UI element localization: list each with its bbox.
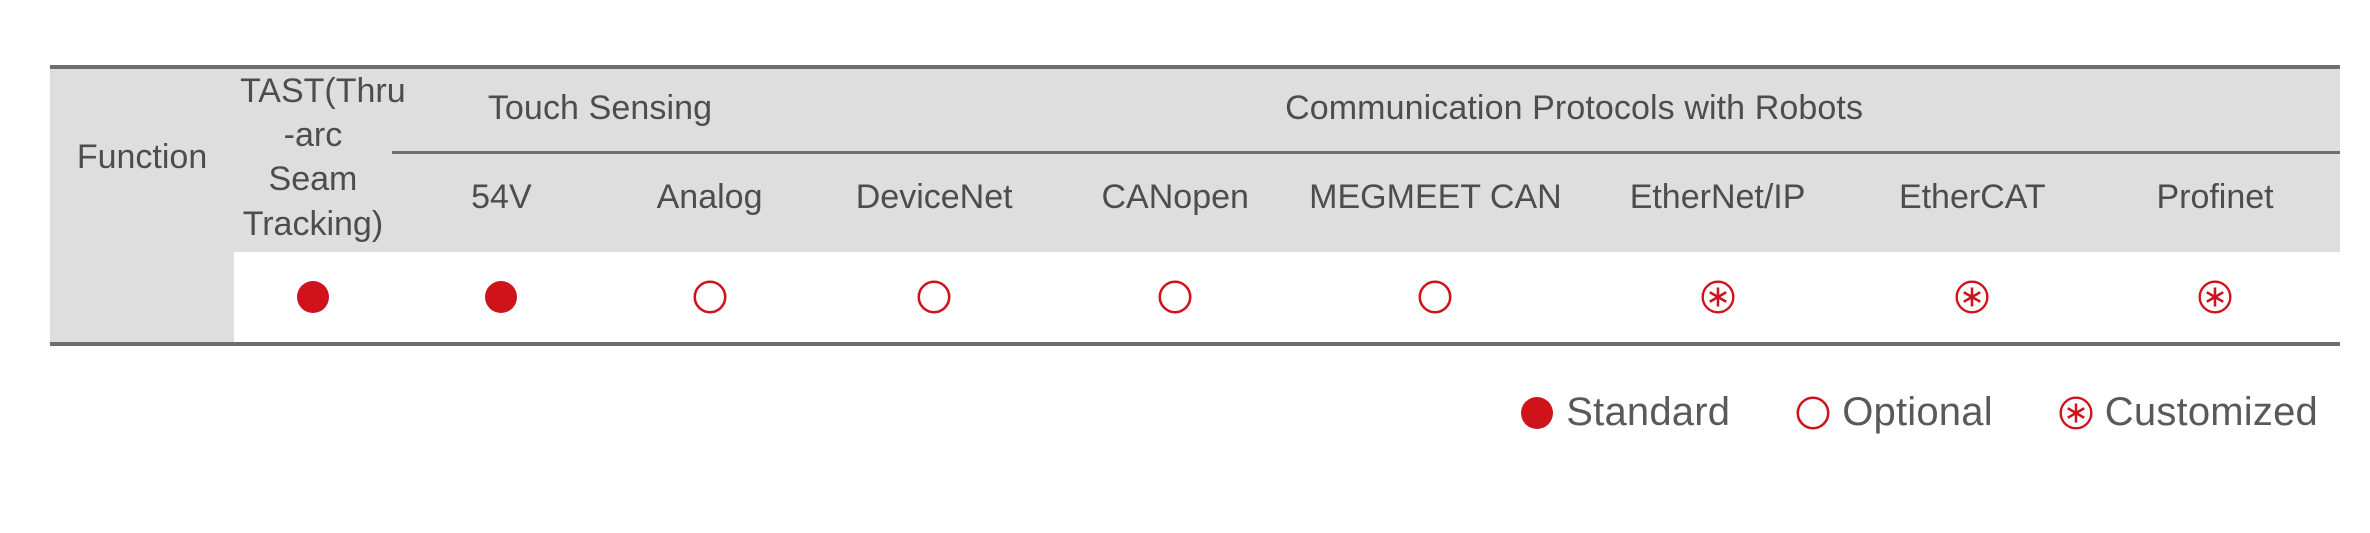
legend-item-optional: Optional xyxy=(1796,390,1993,435)
asterisk-circle-icon xyxy=(1701,280,1735,314)
asterisk-circle-icon xyxy=(2198,280,2232,314)
hollow-circle-icon xyxy=(693,280,727,314)
group-header-touch-sensing: Touch Sensing xyxy=(391,65,809,155)
cell-function-blank xyxy=(50,251,235,346)
cell-analog xyxy=(610,251,809,346)
filled-circle-icon xyxy=(484,280,518,314)
column-header-megmeetcan: MEGMEET CAN xyxy=(1290,152,1581,252)
tast-line-3: Tracking) xyxy=(242,204,384,243)
cell-canopen xyxy=(1060,251,1291,346)
legend-item-customized: Customized xyxy=(2059,390,2318,435)
spec-table-figure: Function TAST(Thru -arc Seam Tracking) T… xyxy=(0,0,2370,533)
filled-circle-icon xyxy=(296,280,330,314)
group-header-row: Function TAST(Thru -arc Seam Tracking) T… xyxy=(50,65,2340,252)
column-header-ethernetip: EtherNet/IP xyxy=(1580,152,1855,252)
cell-megmeetcan xyxy=(1290,251,1581,346)
row-header-function: Function xyxy=(50,65,235,252)
asterisk-circle-icon xyxy=(2059,395,2093,430)
column-header-ethercat: EtherCAT xyxy=(1854,152,2091,252)
legend-label-standard: Standard xyxy=(1566,390,1731,434)
legend-label-customized: Customized xyxy=(2104,390,2318,434)
hollow-circle-icon xyxy=(1158,280,1192,314)
column-header-profinet: Profinet xyxy=(2090,152,2340,252)
feature-support-table: Function TAST(Thru -arc Seam Tracking) T… xyxy=(50,65,2340,346)
cell-profinet xyxy=(2090,251,2340,346)
column-header-devicenet: DeviceNet xyxy=(808,152,1061,252)
group-header-communication-protocols: Communication Protocols with Robots xyxy=(808,65,2340,155)
hollow-circle-icon xyxy=(1796,395,1830,430)
cell-tast xyxy=(234,251,392,346)
cell-54v xyxy=(391,251,611,346)
cell-ethercat xyxy=(1854,251,2091,346)
legend-label-optional: Optional xyxy=(1842,390,1993,434)
legend-item-standard: Standard xyxy=(1520,390,1730,435)
hollow-circle-icon xyxy=(917,280,951,314)
legend: Standard Optional Customized xyxy=(0,390,2340,435)
column-header-54v: 54V xyxy=(391,152,611,252)
column-header-tast: TAST(Thru -arc Seam Tracking) xyxy=(234,65,406,252)
tast-line-2: -arc Seam xyxy=(268,116,358,199)
filled-circle-icon xyxy=(1520,396,1554,430)
asterisk-circle-icon xyxy=(1955,280,1989,314)
table-row xyxy=(50,251,2340,346)
cell-ethernetip xyxy=(1580,251,1855,346)
column-header-analog: Analog xyxy=(610,152,809,252)
sub-header-row: 54V Analog DeviceNet CANopen MEGMEET CAN… xyxy=(50,152,2340,252)
cell-devicenet xyxy=(808,251,1061,346)
hollow-circle-icon xyxy=(1418,280,1452,314)
column-header-canopen: CANopen xyxy=(1060,152,1291,252)
tast-line-1: TAST(Thru xyxy=(240,72,406,110)
